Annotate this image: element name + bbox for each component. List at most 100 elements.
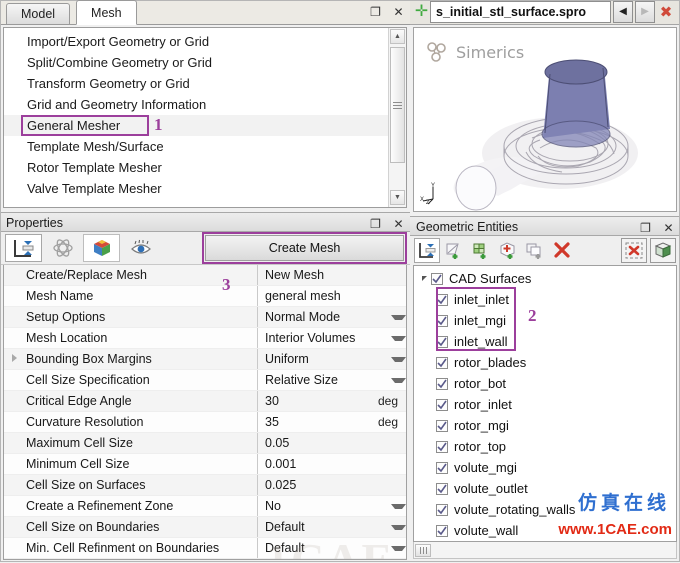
copy-entity-icon[interactable] bbox=[522, 238, 548, 263]
property-value[interactable]: 0.025 bbox=[258, 475, 406, 495]
tree-item[interactable]: rotor_blades bbox=[414, 352, 676, 373]
list-item[interactable]: Transform Geometry or Grid bbox=[4, 73, 388, 94]
prev-document-button[interactable]: ◀ bbox=[613, 1, 633, 23]
add-point-icon[interactable] bbox=[495, 238, 521, 263]
tree-item[interactable]: volute_wall bbox=[414, 520, 676, 541]
tab-model[interactable]: Model bbox=[6, 3, 71, 24]
ge-close-icon[interactable]: ✕ bbox=[661, 220, 676, 235]
delete-entity-icon[interactable] bbox=[549, 238, 575, 263]
property-value[interactable]: 0.05 bbox=[258, 433, 406, 453]
checkbox[interactable] bbox=[436, 461, 448, 474]
table-row[interactable]: Create a Refinement Zone No bbox=[4, 496, 406, 517]
table-row[interactable]: Mesh Location Interior Volumes bbox=[4, 328, 406, 349]
property-value[interactable]: Default bbox=[258, 517, 406, 537]
expander-triangle-icon[interactable] bbox=[418, 276, 431, 281]
hscrollbar-thumb[interactable] bbox=[415, 543, 431, 557]
tree-item[interactable]: rotor_inlet bbox=[414, 394, 676, 415]
list-item[interactable]: Rotor Template Mesher bbox=[4, 157, 388, 178]
checkbox[interactable] bbox=[436, 398, 448, 411]
chevron-down-icon[interactable] bbox=[391, 314, 406, 320]
table-row[interactable]: Cell Size on Surfaces 0.025 bbox=[4, 475, 406, 496]
checkbox[interactable] bbox=[436, 482, 448, 495]
list-item[interactable]: Split/Combine Geometry or Grid bbox=[4, 52, 388, 73]
properties-restore-icon[interactable]: ❐ bbox=[368, 216, 383, 231]
table-row[interactable]: Setup Options Normal Mode bbox=[4, 307, 406, 328]
table-row[interactable]: Create/Replace Mesh New Mesh bbox=[4, 265, 406, 286]
chevron-down-icon[interactable] bbox=[391, 545, 406, 551]
tree-item[interactable]: inlet_mgi bbox=[414, 310, 676, 331]
property-value[interactable]: 30 deg bbox=[258, 391, 406, 411]
mesh-list-scrollbar[interactable]: ▲ ▼ bbox=[388, 28, 406, 207]
chevron-down-icon[interactable] bbox=[391, 377, 406, 383]
property-value[interactable]: general mesh bbox=[258, 286, 406, 306]
chevron-down-icon[interactable] bbox=[391, 524, 406, 530]
chevron-down-icon[interactable] bbox=[391, 503, 406, 509]
checkbox[interactable] bbox=[436, 356, 448, 369]
close-document-icon[interactable]: ✖ bbox=[655, 3, 677, 21]
checkbox[interactable] bbox=[436, 440, 448, 453]
property-value[interactable]: 0.001 bbox=[258, 454, 406, 474]
table-row[interactable]: Bounding Box Margins Uniform bbox=[4, 349, 406, 370]
clear-selection-icon[interactable] bbox=[621, 238, 647, 263]
show-solid-icon[interactable] bbox=[650, 238, 676, 263]
expander-triangle-icon[interactable] bbox=[12, 354, 17, 362]
chevron-down-icon[interactable] bbox=[391, 335, 406, 341]
add-tab-icon[interactable]: ✛ bbox=[413, 4, 430, 20]
tree-root-node[interactable]: CAD Surfaces bbox=[414, 268, 676, 289]
scroll-up-button[interactable]: ▲ bbox=[390, 29, 405, 44]
3d-viewport[interactable]: Simerics Y X Z bbox=[413, 27, 677, 212]
table-row[interactable]: Cell Size on Boundaries Default bbox=[4, 517, 406, 538]
cube-icon[interactable] bbox=[83, 234, 120, 262]
list-item-general-mesher[interactable]: General Mesher bbox=[4, 115, 388, 136]
tree-item[interactable]: rotor_bot bbox=[414, 373, 676, 394]
document-name[interactable]: s_initial_stl_surface.spro bbox=[430, 1, 611, 23]
property-value[interactable]: 35 deg bbox=[258, 412, 406, 432]
eye-icon[interactable] bbox=[122, 234, 159, 262]
scrollbar-thumb[interactable] bbox=[390, 47, 405, 163]
checkbox[interactable] bbox=[436, 419, 448, 432]
tree-item[interactable]: inlet_inlet bbox=[414, 289, 676, 310]
tree-item[interactable]: inlet_wall bbox=[414, 331, 676, 352]
table-row[interactable]: Curvature Resolution 35 deg bbox=[4, 412, 406, 433]
tree-item[interactable]: rotor_top bbox=[414, 436, 676, 457]
checkbox[interactable] bbox=[436, 524, 448, 537]
property-value[interactable]: New Mesh bbox=[258, 265, 406, 285]
table-row[interactable]: Min. Cell Refinment on Boundaries Defaul… bbox=[4, 538, 406, 559]
list-item[interactable]: Import/Export Geometry or Grid bbox=[4, 31, 388, 52]
cad-surfaces-tree[interactable]: CAD Surfaces inlet_inlet inlet_mgi inlet… bbox=[413, 265, 677, 542]
add-surface-group-icon[interactable] bbox=[468, 238, 494, 263]
scroll-down-button[interactable]: ▼ bbox=[390, 190, 405, 205]
tab-mesh[interactable]: Mesh bbox=[76, 0, 137, 25]
table-row[interactable]: Cell Size Specification Relative Size bbox=[4, 370, 406, 391]
properties-close-icon[interactable]: ✕ bbox=[391, 216, 406, 231]
table-row[interactable]: Minimum Cell Size 0.001 bbox=[4, 454, 406, 475]
list-item[interactable]: Valve Template Mesher bbox=[4, 178, 388, 199]
layers-icon[interactable] bbox=[5, 234, 42, 262]
tree-item[interactable]: volute_outlet bbox=[414, 478, 676, 499]
checkbox[interactable] bbox=[436, 377, 448, 390]
property-value[interactable]: Normal Mode bbox=[258, 307, 406, 327]
close-icon[interactable]: ✕ bbox=[391, 4, 406, 19]
checkbox[interactable] bbox=[436, 293, 448, 306]
list-item[interactable]: Template Mesh/Surface bbox=[4, 136, 388, 157]
property-value[interactable]: Uniform bbox=[258, 349, 406, 369]
list-item[interactable]: Grid and Geometry Information bbox=[4, 94, 388, 115]
restore-icon[interactable]: ❐ bbox=[368, 4, 383, 19]
create-mesh-button[interactable]: Create Mesh bbox=[205, 235, 404, 261]
checkbox[interactable] bbox=[436, 335, 448, 348]
tree-horizontal-scrollbar[interactable] bbox=[413, 542, 677, 559]
property-value[interactable]: Default bbox=[258, 538, 406, 558]
chevron-down-icon[interactable] bbox=[391, 356, 406, 362]
checkbox[interactable] bbox=[431, 272, 443, 285]
tree-item[interactable]: volute_rotating_walls bbox=[414, 499, 676, 520]
table-row[interactable]: Mesh Name general mesh bbox=[4, 286, 406, 307]
next-document-button[interactable]: ▶ bbox=[635, 1, 655, 23]
ge-restore-icon[interactable]: ❐ bbox=[638, 220, 653, 235]
atom-icon[interactable] bbox=[44, 234, 81, 262]
property-value[interactable]: Relative Size bbox=[258, 370, 406, 390]
property-value[interactable]: Interior Volumes bbox=[258, 328, 406, 348]
checkbox[interactable] bbox=[436, 314, 448, 327]
select-entities-icon[interactable] bbox=[414, 238, 440, 263]
table-row[interactable]: Critical Edge Angle 30 deg bbox=[4, 391, 406, 412]
tree-item[interactable]: rotor_mgi bbox=[414, 415, 676, 436]
